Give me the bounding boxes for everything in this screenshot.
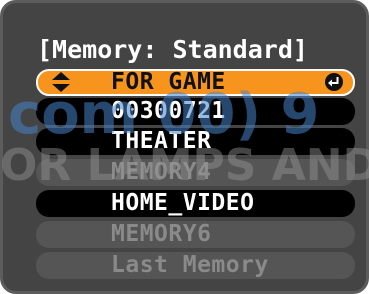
memory-item-theater[interactable]: THEATER — [36, 128, 355, 155]
updown-arrows-icon — [52, 72, 70, 92]
memory-item-label: 00300721 — [111, 98, 226, 124]
memory-item-for-game[interactable]: FOR GAME — [36, 69, 355, 96]
memory-item-label: Last Memory — [111, 252, 269, 278]
memory-item-memory6: MEMORY6 — [36, 221, 355, 248]
memory-item-label: THEATER — [111, 128, 212, 154]
menu-title: [Memory: Standard] — [37, 35, 308, 64]
memory-menu-panel: [Memory: Standard] FOR GAME 00300721 THE… — [0, 0, 369, 294]
memory-item-memory4: MEMORY4 — [36, 159, 355, 186]
memory-item-label: HOME_VIDEO — [111, 190, 255, 216]
memory-item-label: MEMORY4 — [111, 159, 212, 185]
memory-item-label: MEMORY6 — [111, 221, 212, 247]
memory-item-00300721[interactable]: 00300721 — [36, 98, 355, 125]
memory-item-home-video[interactable]: HOME_VIDEO — [36, 190, 355, 217]
memory-item-last-memory: Last Memory — [36, 252, 355, 279]
enter-icon — [325, 73, 343, 91]
memory-item-label: FOR GAME — [111, 69, 226, 95]
